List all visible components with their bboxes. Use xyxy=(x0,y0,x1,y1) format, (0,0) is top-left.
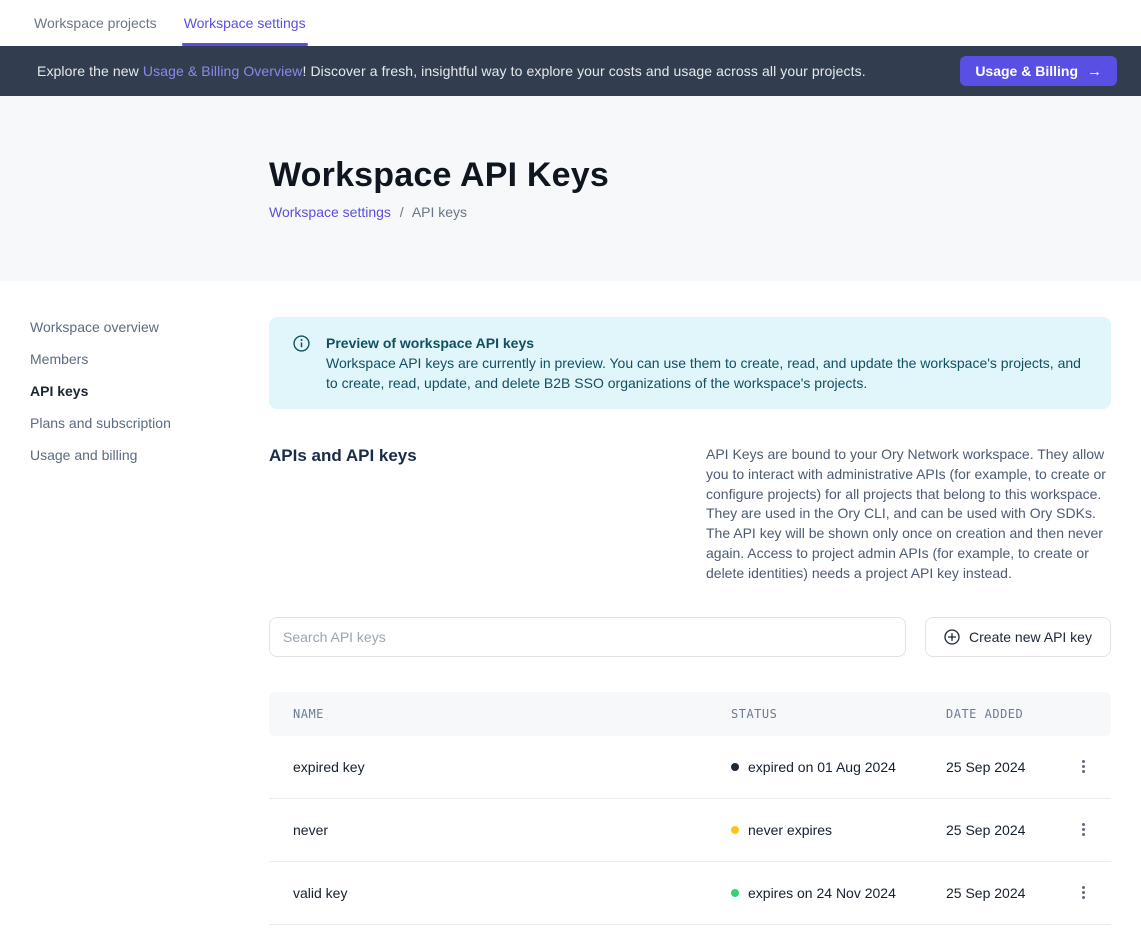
info-icon xyxy=(293,335,310,393)
apis-section: APIs and API keys API Keys are bound to … xyxy=(269,445,1111,584)
api-key-date-added: 25 Sep 2024 xyxy=(946,822,1056,838)
banner-text-before: Explore the new xyxy=(37,63,143,79)
status-dot-icon xyxy=(731,889,739,897)
api-key-status: expires on 24 Nov 2024 xyxy=(731,885,946,901)
alert-body: Workspace API keys are currently in prev… xyxy=(326,353,1087,393)
top-navigation: Workspace projects Workspace settings xyxy=(0,0,1141,46)
breadcrumb-workspace-settings-link[interactable]: Workspace settings xyxy=(269,204,391,220)
tab-workspace-settings[interactable]: Workspace settings xyxy=(184,0,306,46)
promo-banner: Explore the new Usage & Billing Overview… xyxy=(0,46,1141,96)
breadcrumb: Workspace settings / API keys xyxy=(269,204,1141,220)
sidebar-item-workspace-overview[interactable]: Workspace overview xyxy=(30,311,269,343)
sidebar-item-members[interactable]: Members xyxy=(30,343,269,375)
breadcrumb-separator: / xyxy=(400,204,404,220)
table-row: never never expires 25 Sep 2024 xyxy=(269,799,1111,862)
breadcrumb-current: API keys xyxy=(412,204,467,220)
status-text: never expires xyxy=(748,822,832,838)
usage-billing-button[interactable]: Usage & Billing → xyxy=(960,56,1117,86)
table-row: expired key expired on 01 Aug 2024 25 Se… xyxy=(269,736,1111,799)
api-key-status: never expires xyxy=(731,822,946,838)
sidebar-item-api-keys[interactable]: API keys xyxy=(30,375,269,407)
row-actions-menu-icon[interactable] xyxy=(1076,817,1091,842)
create-api-key-button[interactable]: Create new API key xyxy=(925,617,1111,657)
column-header-status: STATUS xyxy=(731,707,946,721)
page-title: Workspace API Keys xyxy=(269,156,1141,195)
preview-info-alert: Preview of workspace API keys Workspace … xyxy=(269,317,1111,409)
api-key-name: valid key xyxy=(269,885,731,901)
column-header-name: NAME xyxy=(269,707,731,721)
banner-text-after: ! Discover a fresh, insightful way to ex… xyxy=(302,63,865,79)
status-text: expired on 01 Aug 2024 xyxy=(748,759,896,775)
alert-content: Preview of workspace API keys Workspace … xyxy=(326,333,1087,393)
banner-text: Explore the new Usage & Billing Overview… xyxy=(37,63,866,79)
tab-workspace-projects[interactable]: Workspace projects xyxy=(34,0,157,46)
sidebar-item-usage-billing[interactable]: Usage and billing xyxy=(30,439,269,471)
row-actions-menu-icon[interactable] xyxy=(1076,880,1091,905)
plus-circle-icon xyxy=(944,629,960,645)
section-heading: APIs and API keys xyxy=(269,445,706,584)
status-text: expires on 24 Nov 2024 xyxy=(748,885,896,901)
section-description: API Keys are bound to your Ory Network w… xyxy=(706,445,1111,584)
sidebar-item-plans-subscription[interactable]: Plans and subscription xyxy=(30,407,269,439)
create-api-key-label: Create new API key xyxy=(969,629,1092,645)
arrow-right-icon: → xyxy=(1087,63,1102,80)
status-dot-icon xyxy=(731,763,739,771)
alert-title: Preview of workspace API keys xyxy=(326,333,1087,353)
usage-billing-button-label: Usage & Billing xyxy=(975,63,1078,79)
api-key-name: expired key xyxy=(269,759,731,775)
main-panel: Preview of workspace API keys Workspace … xyxy=(269,281,1111,925)
search-input[interactable] xyxy=(269,617,906,657)
api-key-status: expired on 01 Aug 2024 xyxy=(731,759,946,775)
api-key-date-added: 25 Sep 2024 xyxy=(946,885,1056,901)
table-row: valid key expires on 24 Nov 2024 25 Sep … xyxy=(269,862,1111,925)
api-keys-toolbar: Create new API key xyxy=(269,617,1111,657)
settings-sidebar: Workspace overview Members API keys Plan… xyxy=(0,281,269,925)
row-actions-menu-icon[interactable] xyxy=(1076,754,1091,779)
column-header-date-added: DATE ADDED xyxy=(946,707,1056,721)
usage-billing-overview-link[interactable]: Usage & Billing Overview xyxy=(143,63,303,79)
api-key-date-added: 25 Sep 2024 xyxy=(946,759,1056,775)
api-key-name: never xyxy=(269,822,731,838)
table-header: NAME STATUS DATE ADDED xyxy=(269,692,1111,736)
api-keys-table: NAME STATUS DATE ADDED expired key expir… xyxy=(269,692,1111,925)
page-header: Workspace API Keys Workspace settings / … xyxy=(0,96,1141,281)
status-dot-icon xyxy=(731,826,739,834)
content-area: Workspace overview Members API keys Plan… xyxy=(0,281,1141,925)
